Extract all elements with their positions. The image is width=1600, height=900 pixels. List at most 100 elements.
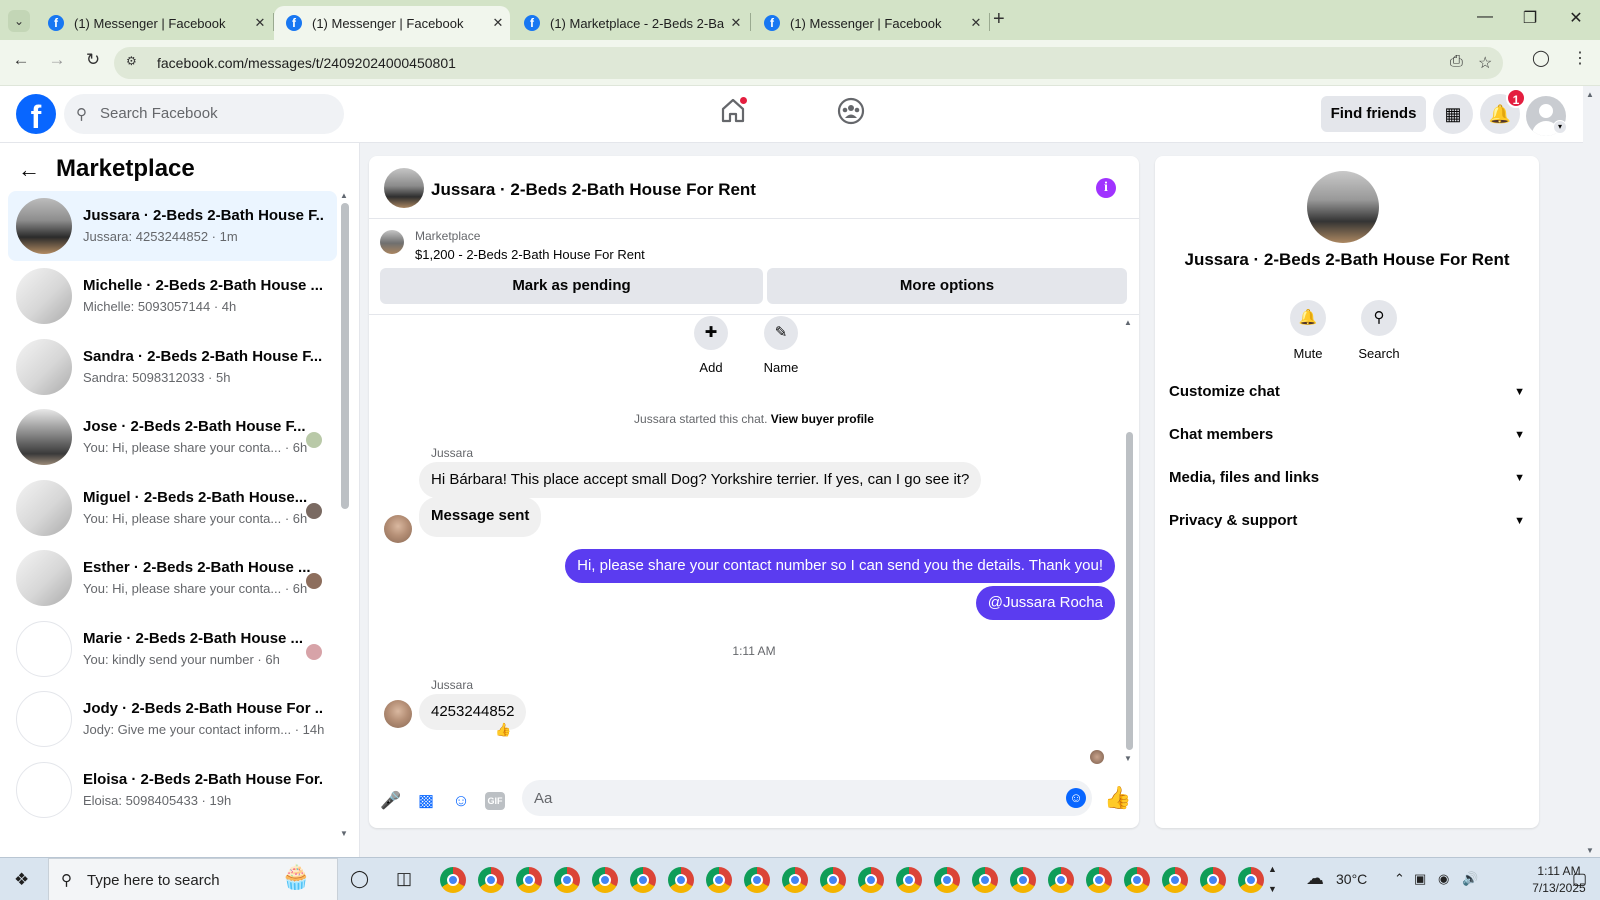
volume-icon[interactable]: 🔊 [1462,871,1478,887]
browser-tab-active[interactable]: f (1) Messenger | Facebook ✕ [274,6,510,40]
taskbar-search-box[interactable]: ⚲ Type here to search 🧁 [48,858,338,900]
customize-chat-section[interactable]: Customize chat ▼ [1169,377,1525,407]
chat-avatar[interactable] [384,168,424,208]
sidebar-scroll-down-icon[interactable]: ▼ [340,829,348,838]
mark-as-pending-button[interactable]: Mark as pending [380,268,763,304]
back-arrow-icon[interactable]: ← [18,157,40,183]
network-icon[interactable]: ▣ [1414,871,1426,887]
new-tab-button[interactable]: + [993,8,1005,31]
restore-button[interactable]: ❐ [1515,8,1545,28]
privacy-support-section[interactable]: Privacy & support ▼ [1169,506,1525,536]
sidebar-scrollbar[interactable] [341,203,349,509]
chrome-taskbar-icon[interactable] [744,867,770,893]
browser-tab[interactable]: f (1) Messenger | Facebook ✕ [752,6,988,40]
conversation-item[interactable]: Sandra · 2-Beds 2-Bath House F... Sandra… [8,332,337,402]
browser-menu-icon[interactable]: ⋮ [1572,48,1588,68]
mute-action[interactable]: 🔔 Mute [1276,300,1340,361]
chat-scroll-down-icon[interactable]: ▼ [1124,754,1132,763]
chrome-taskbar-icon[interactable] [440,867,466,893]
sidebar-scroll-up-icon[interactable]: ▲ [340,191,348,200]
page-scroll-down-icon[interactable]: ▼ [1586,846,1594,855]
bookmark-star-icon[interactable]: ☆ [1478,53,1492,73]
back-arrow-icon[interactable]: ← [8,50,34,70]
conversation-item[interactable]: Jose · 2-Beds 2-Bath House F... You: Hi,… [8,402,337,472]
task-view-icon[interactable]: ◫ [396,869,412,889]
thumbs-up-reaction-icon[interactable]: 👍 [495,722,511,738]
window-close-button[interactable]: ✕ [1561,8,1591,28]
info-icon[interactable]: i [1096,178,1116,198]
sender-avatar[interactable] [384,515,412,543]
chrome-taskbar-icon[interactable] [478,867,504,893]
chrome-taskbar-icon[interactable] [1048,867,1074,893]
chrome-taskbar-icon[interactable] [668,867,694,893]
photo-attach-icon[interactable]: ▩ [414,789,438,813]
emoji-icon[interactable]: ☺ [1066,788,1086,808]
chrome-taskbar-icon[interactable] [1200,867,1226,893]
install-app-icon[interactable]: ⎙ [1450,53,1463,71]
conversation-item[interactable]: Esther · 2-Beds 2-Bath House ... You: Hi… [8,543,337,613]
forward-arrow-icon[interactable]: → [44,50,70,70]
groups-icon[interactable] [833,96,869,132]
conversation-item[interactable]: Marie · 2-Beds 2-Bath House ... You: kin… [8,614,337,684]
chrome-taskbar-icon[interactable] [554,867,580,893]
temperature-text[interactable]: 30°C [1336,871,1367,887]
chrome-taskbar-icon[interactable] [630,867,656,893]
message-input[interactable] [522,780,1092,816]
chat-title[interactable]: Jussara · 2-Beds 2-Bath House For Rent [431,180,756,200]
meet-now-icon[interactable]: ◉ [1438,871,1449,887]
close-icon[interactable]: ✕ [248,15,272,31]
media-files-links-section[interactable]: Media, files and links ▼ [1169,463,1525,493]
incoming-message[interactable]: Message sent [419,497,542,537]
chrome-taskbar-icon[interactable] [516,867,542,893]
search-action[interactable]: ⚲ Search [1347,300,1411,361]
search-facebook-input[interactable]: ⚲ Search Facebook [64,94,344,134]
name-action[interactable]: ✎ Name [751,316,811,375]
windows-start-icon[interactable]: ❖ [14,870,29,890]
weather-icon[interactable]: ☁ [1306,868,1324,889]
menu-grid-icon[interactable]: ▦ [1433,94,1473,134]
chrome-taskbar-icon[interactable] [1124,867,1150,893]
outgoing-message[interactable]: @Jussara Rocha [975,586,1115,620]
sender-avatar[interactable] [384,700,412,728]
chrome-taskbar-icon[interactable] [1086,867,1112,893]
chat-members-section[interactable]: Chat members ▼ [1169,420,1525,450]
view-buyer-profile-link[interactable]: View buyer profile [771,412,874,426]
chrome-taskbar-icon[interactable] [972,867,998,893]
chat-scroll-up-icon[interactable]: ▲ [1124,318,1132,327]
find-friends-button[interactable]: Find friends [1321,96,1426,132]
profile-icon[interactable]: ◯ [1532,48,1550,68]
reload-icon[interactable]: ↻ [80,50,106,70]
listing-title[interactable]: $1,200 - 2-Beds 2-Bath House For Rent [415,247,645,262]
gif-icon[interactable]: GIF [485,792,505,810]
taskbar-overflow-down-icon[interactable]: ▼ [1268,884,1277,894]
show-hidden-icons-icon[interactable]: ⌃ [1394,871,1405,887]
taskbar-overflow-up-icon[interactable]: ▲ [1268,864,1277,874]
incoming-message[interactable]: Hi Bárbara! This place accept small Dog?… [419,462,982,498]
chrome-taskbar-icon[interactable] [896,867,922,893]
page-scroll-up-icon[interactable]: ▲ [1586,90,1594,99]
facebook-logo-icon[interactable]: f [16,94,56,135]
conversation-info-avatar[interactable] [1307,171,1379,243]
chrome-taskbar-icon[interactable] [1238,867,1264,893]
chrome-taskbar-icon[interactable] [782,867,808,893]
listing-thumbnail[interactable] [380,230,404,254]
browser-tab[interactable]: f (1) Messenger | Facebook ✕ [36,6,272,40]
outgoing-message[interactable]: Hi, please share your contact number so … [565,549,1115,583]
chrome-taskbar-icon[interactable] [858,867,884,893]
chrome-taskbar-icon[interactable] [934,867,960,893]
conversation-item[interactable]: Miguel · 2-Beds 2-Bath House... You: Hi,… [8,473,337,543]
conversation-item[interactable]: Jussara · 2-Beds 2-Bath House F... Jussa… [8,191,337,261]
sticker-icon[interactable]: ☺ [449,789,473,813]
chrome-taskbar-icon[interactable] [1162,867,1188,893]
tab-search-button[interactable]: ⌄ [8,10,30,32]
like-thumbs-up-icon[interactable]: 👍 [1104,785,1131,811]
notifications-center-icon[interactable]: ▢ [1572,869,1587,889]
microphone-icon[interactable]: 🎤 [379,789,403,813]
browser-tab[interactable]: f (1) Marketplace - 2-Beds 2-Bath ✕ [512,6,748,40]
conversation-item[interactable]: Jody · 2-Beds 2-Bath House For ... Jody:… [8,684,337,754]
add-action[interactable]: ✚ Add [681,316,741,375]
address-bar[interactable]: ⚙ facebook.com/messages/t/24092024000450… [114,47,1503,79]
close-icon[interactable]: ✕ [724,15,748,31]
cortana-icon[interactable]: ◯ [350,869,369,889]
more-options-button[interactable]: More options [767,268,1127,304]
